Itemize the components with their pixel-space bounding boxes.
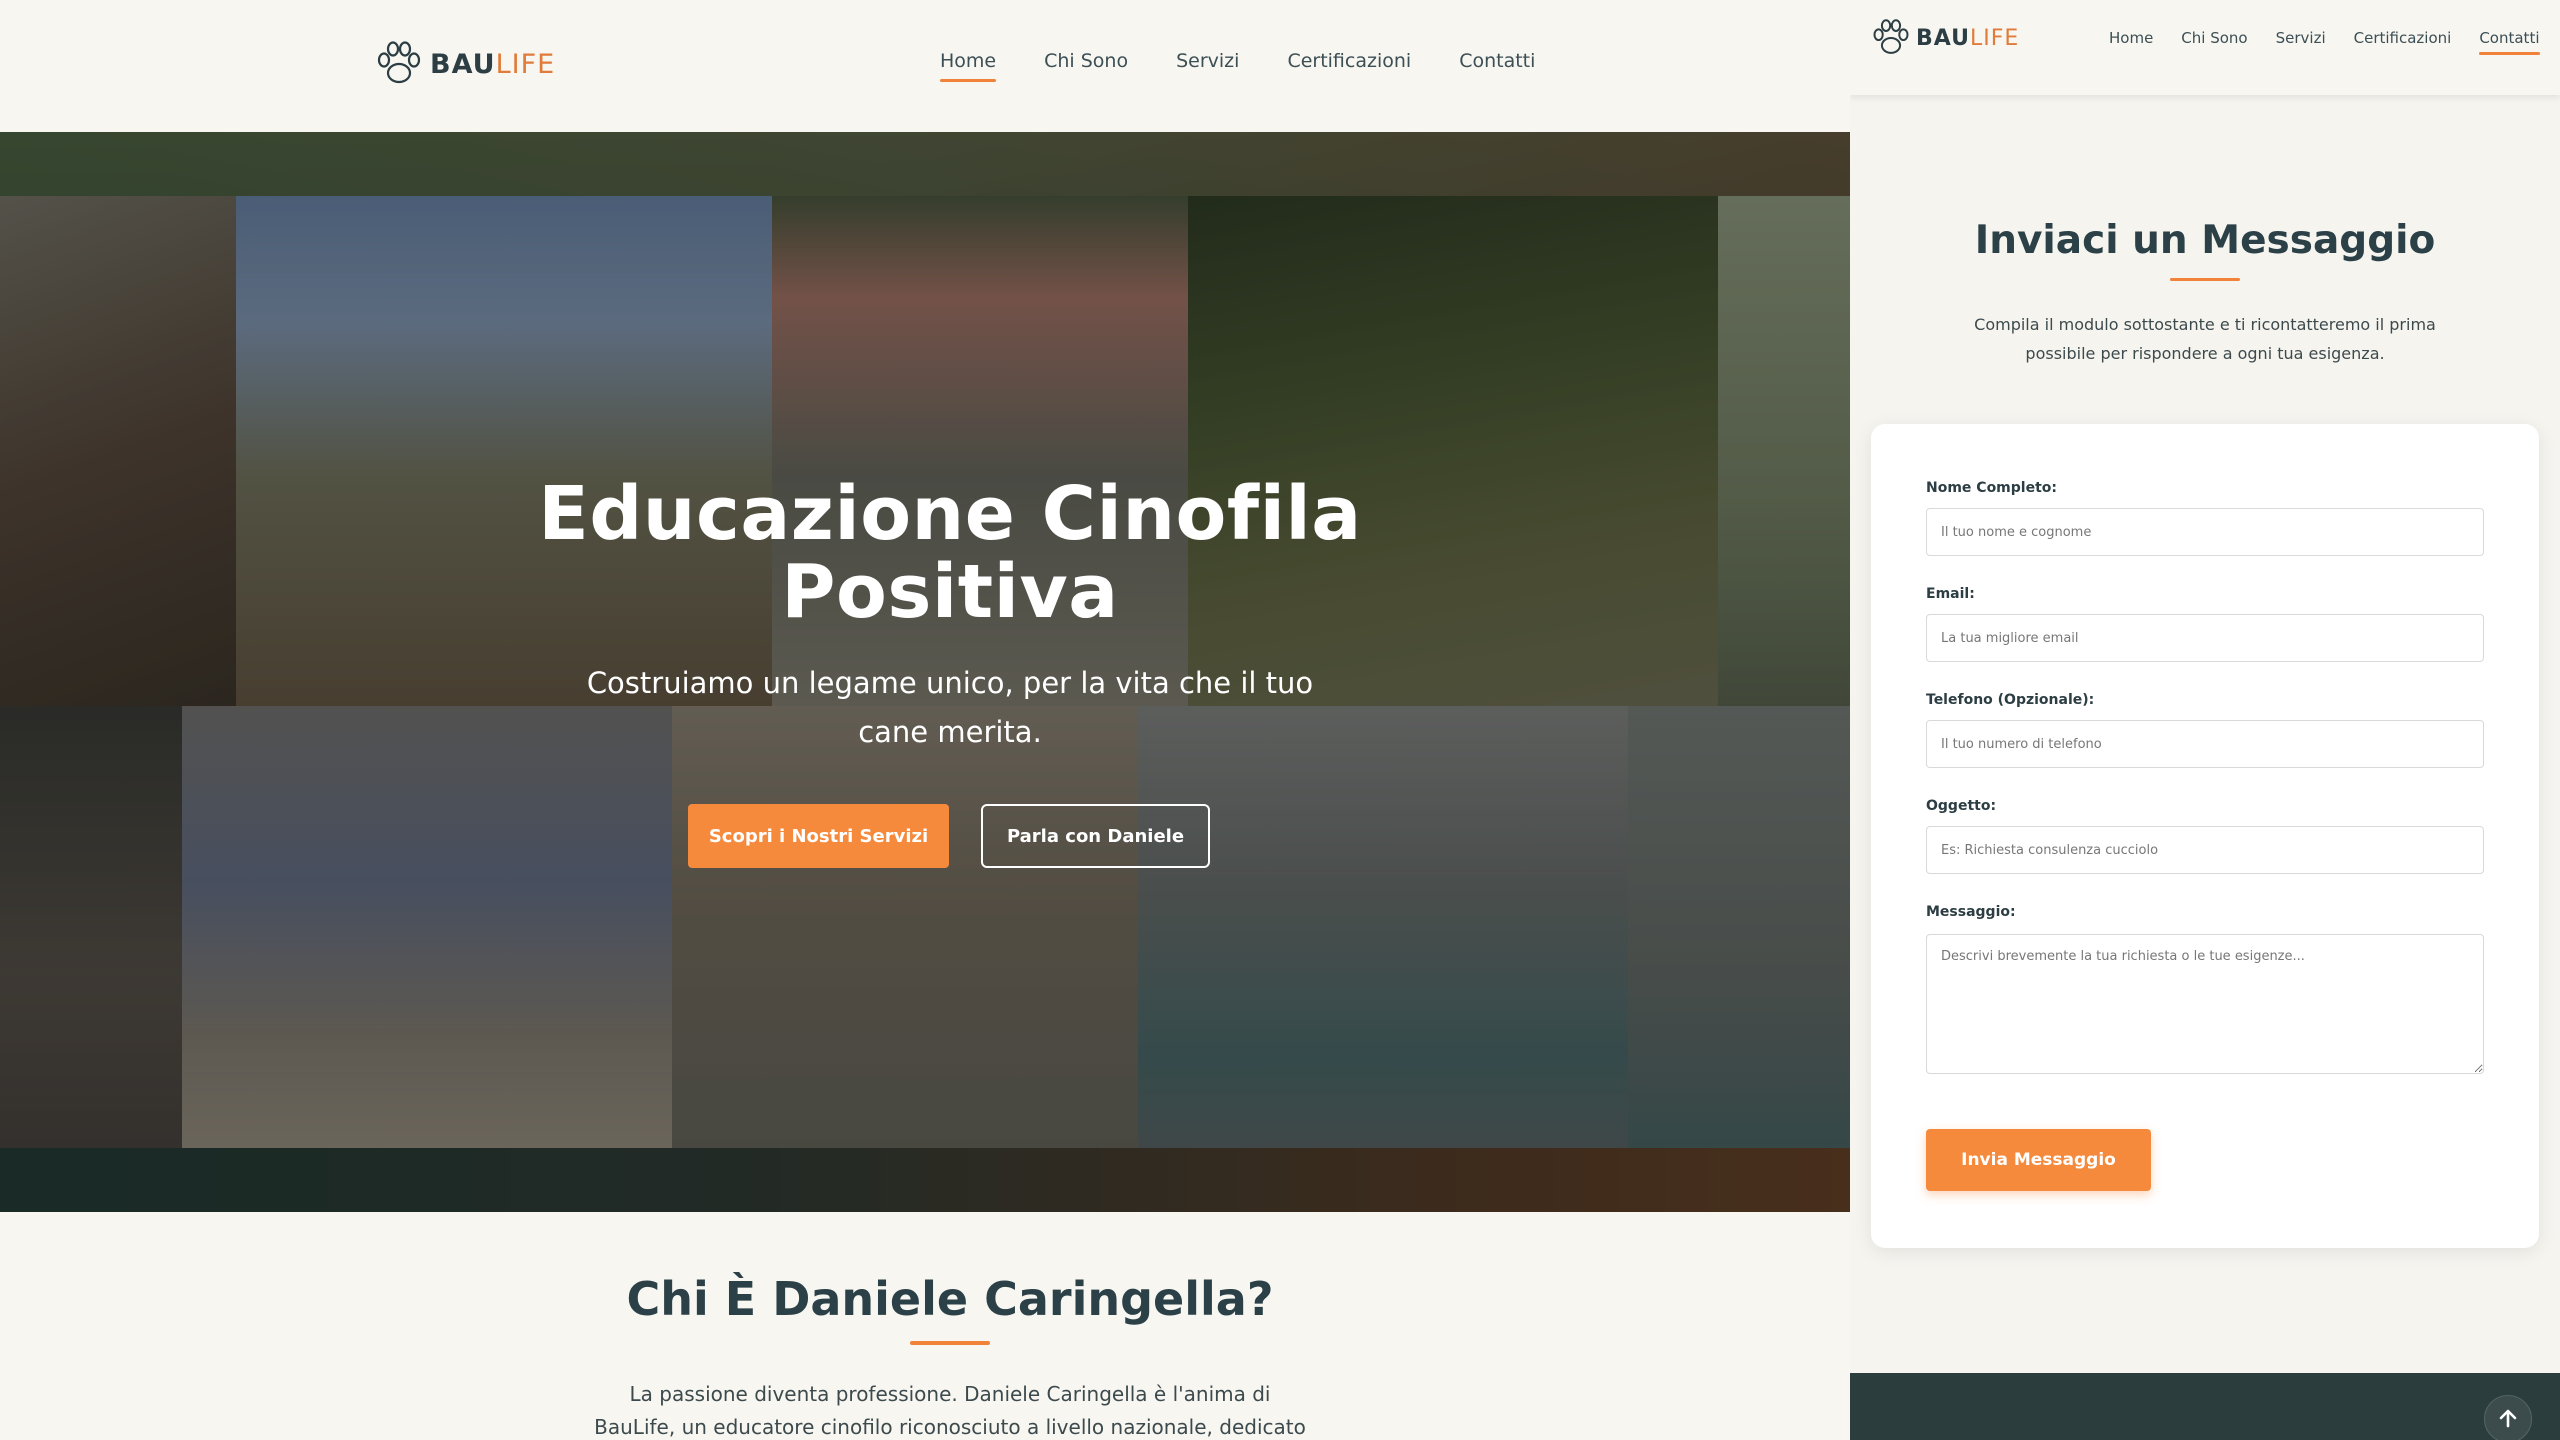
site-logo[interactable]: BAULIFE — [376, 40, 555, 88]
contact-intro: Compila il modulo sottostante e ti ricon… — [1974, 315, 2436, 363]
email-label: Email: — [1926, 586, 1975, 602]
main-nav: Home Chi Sono Servizi Certificazioni Con… — [2109, 29, 2540, 55]
site-footer — [1850, 1373, 2560, 1440]
about-text: La passione diventa professione. Daniele… — [594, 1382, 1306, 1439]
about-title: Chi È Daniele Caringella? — [626, 1272, 1274, 1326]
hero-title: Educazione Cinofila Positiva — [538, 471, 1362, 635]
message-field[interactable] — [1926, 934, 2484, 1074]
subject-label: Oggetto: — [1926, 798, 1997, 814]
about-title-underline — [910, 1341, 990, 1345]
paw-print-icon — [1873, 19, 1909, 54]
nav-servizi[interactable]: Servizi — [2276, 29, 2326, 55]
nav-contatti[interactable]: Contatti — [1459, 50, 1535, 82]
nav-servizi[interactable]: Servizi — [1176, 50, 1239, 82]
name-field[interactable] — [1926, 508, 2484, 556]
subject-field[interactable] — [1926, 826, 2484, 874]
nav-home[interactable]: Home — [2109, 29, 2153, 55]
phone-field[interactable] — [1926, 720, 2484, 768]
services-button[interactable]: Scopri i Nostri Servizi — [688, 804, 949, 868]
nav-certificazioni[interactable]: Certificazioni — [2354, 29, 2452, 55]
nav-certificazioni[interactable]: Certificazioni — [1287, 50, 1411, 82]
nav-contatti[interactable]: Contatti — [2479, 29, 2540, 55]
paw-print-icon — [377, 41, 421, 84]
hero-section: Educazione Cinofila Positiva Costruiamo … — [0, 132, 1850, 1212]
main-nav: Home Chi Sono Servizi Certificazioni Con… — [940, 50, 1535, 82]
name-label: Nome Completo: — [1926, 480, 2057, 496]
nav-chi-sono[interactable]: Chi Sono — [2181, 29, 2247, 55]
contact-form: Nome Completo: Email: Telefono (Opzional… — [1871, 424, 2539, 1248]
contact-title: Inviaci un Messaggio — [1974, 218, 2436, 263]
email-field[interactable] — [1926, 614, 2484, 662]
nav-chi-sono[interactable]: Chi Sono — [1044, 50, 1128, 82]
site-logo[interactable]: BAULIFE — [1872, 18, 2019, 58]
home-page-pane: BAULIFE Home Chi Sono Servizi Certificaz… — [0, 0, 1850, 1440]
site-header-compact: BAULIFE Home Chi Sono Servizi Certificaz… — [1850, 0, 2560, 95]
contact-title-underline — [2170, 278, 2240, 281]
site-header: BAULIFE Home Chi Sono Servizi Certificaz… — [0, 0, 1850, 132]
send-message-button[interactable]: Invia Messaggio — [1926, 1129, 2151, 1191]
brand-name: BAULIFE — [1916, 25, 2020, 51]
contact-page-pane: BAULIFE Home Chi Sono Servizi Certificaz… — [1850, 0, 2560, 1440]
brand-name: BAULIFE — [430, 48, 556, 80]
nav-home[interactable]: Home — [940, 50, 997, 82]
phone-label: Telefono (Opzionale): — [1926, 692, 2095, 708]
hero-subtitle: Costruiamo un legame unico, per la vita … — [586, 666, 1314, 749]
scroll-to-top-button[interactable] — [2484, 1395, 2532, 1440]
arrow-up-icon — [2499, 1409, 2517, 1428]
message-label: Messaggio: — [1926, 904, 2016, 920]
talk-to-daniele-button[interactable]: Parla con Daniele — [981, 804, 1210, 868]
